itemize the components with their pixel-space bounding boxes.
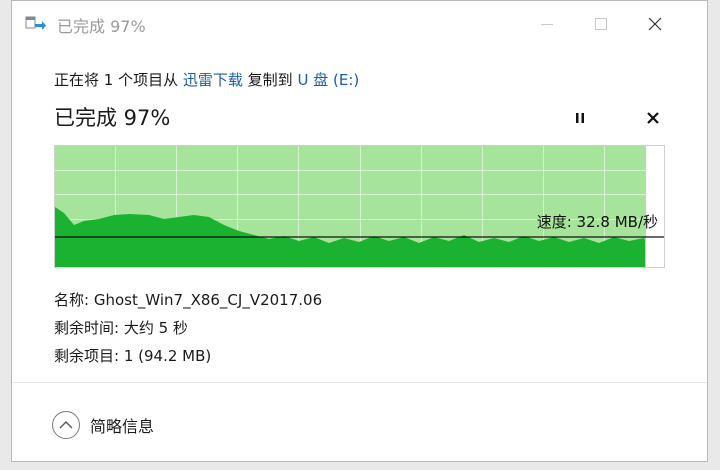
- maximize-icon: [595, 18, 607, 30]
- destination-drive-link[interactable]: U 盘 (E:): [297, 71, 359, 89]
- detail-time-row: 剩余时间: 大约 5 秒: [54, 317, 188, 338]
- items-remaining-value: 1 (94.2 MB): [123, 347, 212, 365]
- cancel-copy-button[interactable]: [642, 107, 664, 129]
- name-label: 名称:: [54, 291, 90, 309]
- detail-items-row: 剩余项目: 1 (94.2 MB): [54, 345, 211, 366]
- minimize-icon: [541, 24, 553, 25]
- close-window-button[interactable]: [632, 1, 678, 47]
- time-remaining-label: 剩余时间:: [54, 319, 120, 337]
- transfer-speed-graph: 速度: 32.8 MB/秒: [54, 145, 665, 268]
- copy-prefix: 正在将 1 个项目从: [54, 71, 179, 89]
- window-title: 已完成 97%: [57, 17, 146, 36]
- name-value: Ghost_Win7_X86_CJ_V2017.06: [93, 291, 323, 309]
- copy-middle: 复制到: [247, 71, 293, 89]
- minimize-button[interactable]: [524, 1, 570, 47]
- copy-file-icon: [25, 15, 47, 33]
- title-bar: 已完成 97%: [12, 1, 707, 47]
- less-details-label: 简略信息: [90, 417, 155, 436]
- detail-name-row: 名称: Ghost_Win7_X86_CJ_V2017.06: [54, 289, 322, 310]
- stop-icon: [647, 112, 659, 124]
- copy-description: 正在将 1 个项目从 迅雷下载 复制到 U 盘 (E:): [54, 69, 359, 90]
- close-icon: [648, 17, 662, 31]
- pause-icon: [576, 113, 584, 123]
- maximize-button[interactable]: [578, 1, 624, 47]
- copy-progress-dialog: 已完成 97% 正在将 1 个项目从 迅雷下载 复制到 U 盘 (E:) 已完成…: [11, 0, 708, 462]
- chevron-up-icon: [52, 411, 80, 439]
- less-details-button[interactable]: 简略信息: [52, 410, 154, 440]
- source-folder-link[interactable]: 迅雷下载: [183, 71, 243, 89]
- speed-label: 速度: 32.8 MB/秒: [537, 213, 658, 231]
- progress-heading: 已完成 97%: [54, 106, 171, 130]
- time-remaining-value: 大约 5 秒: [123, 319, 188, 337]
- pause-button[interactable]: [569, 107, 591, 129]
- items-remaining-label: 剩余项目:: [54, 347, 120, 365]
- dialog-footer: 简略信息: [12, 383, 707, 461]
